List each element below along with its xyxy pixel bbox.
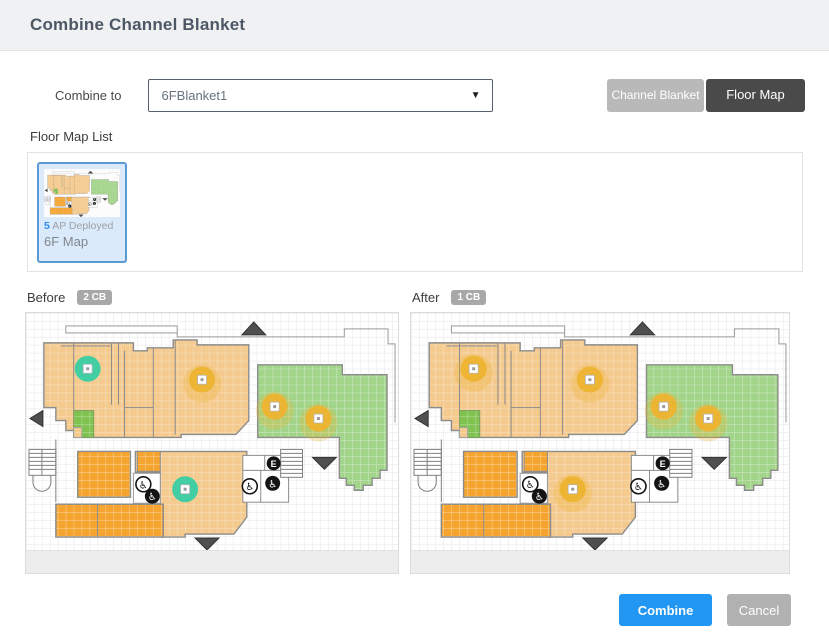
ap-marker [256,392,294,430]
ap-count-label: AP Deployed [52,220,113,232]
ap-deployed-line: 5 AP Deployed [44,220,120,232]
ap-count: 5 [44,220,50,232]
ap-marker [644,392,682,430]
ap-marker [75,356,101,382]
ap-marker [554,474,592,512]
after-caption-row: After 1 CB [412,289,790,306]
before-cb-badge: 2 CB [77,290,112,305]
ap-marker [172,476,198,502]
before-map-viewport [25,312,399,574]
tab-floor-map[interactable]: Floor Map [706,79,805,112]
ap-marker [454,354,492,392]
ap-marker [571,365,609,403]
floor-map-name: 6F Map [44,234,120,249]
after-cb-badge: 1 CB [451,290,486,305]
combine-button[interactable]: Combine [619,594,712,626]
floor-map-list-panel: 5 AP Deployed 6F Map [27,152,803,272]
after-map-viewport [410,312,790,574]
dialog-header: Combine Channel Blanket [0,0,829,51]
before-caption-row: Before 2 CB [27,289,399,306]
ap-marker [689,404,727,442]
floor-map-card-6f[interactable]: 5 AP Deployed 6F Map [37,162,127,263]
view-toggle-group: Channel Blanket Floor Map [607,79,805,112]
ap-marker [300,404,338,442]
before-map-scroll-track [26,550,398,573]
after-label: After [412,290,439,305]
floor-map-thumbnail [44,169,120,217]
combine-to-row: Combine to 6FBlanket1 ▼ Channel Blanket … [0,79,805,112]
before-label: Before [27,290,65,305]
after-map-scroll-track [411,550,789,573]
after-floor-map [411,313,789,550]
before-column: Before 2 CB [25,289,399,574]
cancel-button[interactable]: Cancel [727,594,791,626]
before-floor-map [26,313,398,550]
dialog-actions: Combine Cancel [0,594,791,626]
chevron-down-icon: ▼ [471,90,481,101]
after-column: After 1 CB [410,289,790,574]
dropdown-selected-value: 6FBlanket1 [161,88,227,103]
comparison-section: Before 2 CB After 1 CB [25,289,829,574]
page-title: Combine Channel Blanket [30,15,245,35]
floor-map-list-label: Floor Map List [30,129,829,144]
blanket-select-dropdown[interactable]: 6FBlanket1 ▼ [148,79,493,112]
combine-to-label: Combine to [55,88,121,103]
ap-marker [183,365,221,403]
tab-channel-blanket[interactable]: Channel Blanket [607,79,704,112]
